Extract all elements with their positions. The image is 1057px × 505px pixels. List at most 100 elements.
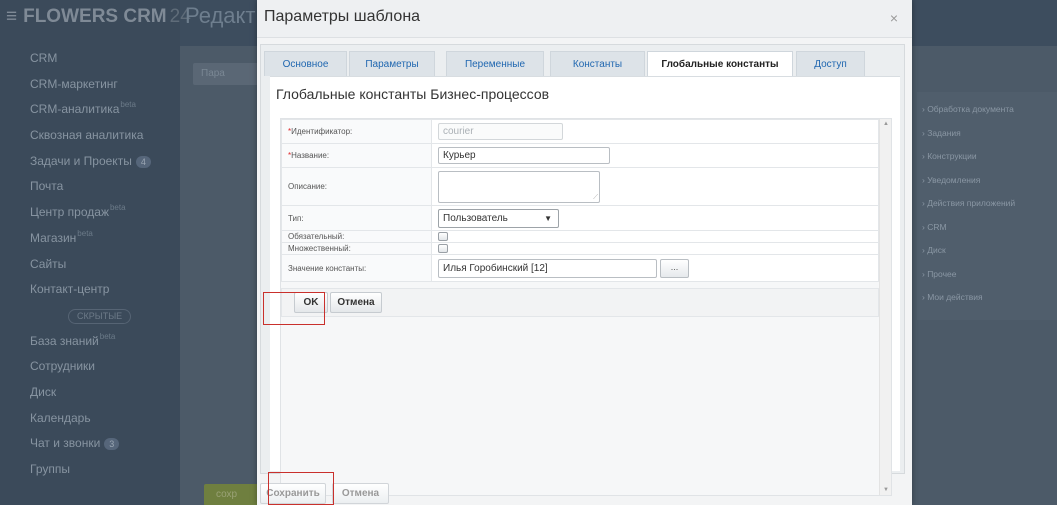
sidebar-item[interactable]: Центр продажbeta bbox=[30, 200, 180, 226]
dialog-title: Параметры шаблона bbox=[264, 8, 421, 25]
sidebar-item-label: Контакт-центр bbox=[30, 282, 110, 297]
scrollbar[interactable]: ▲ ▼ bbox=[879, 119, 891, 495]
sidebar-item[interactable]: Сквозная аналитика bbox=[30, 123, 180, 149]
logo[interactable]: ≡ FLOWERS CRM 24 bbox=[6, 6, 191, 28]
tab-global-constants[interactable]: Глобальные константы bbox=[647, 51, 793, 77]
sidebar-item[interactable]: Магазинbeta bbox=[30, 226, 180, 252]
chevron-down-icon: ▼ bbox=[544, 213, 552, 223]
sidebar-item-label: Почта bbox=[30, 179, 64, 194]
sidebar-item[interactable]: CRM-аналитикаbeta bbox=[30, 97, 180, 123]
tab-constants[interactable]: Константы bbox=[550, 51, 645, 76]
page-title: Редакт bbox=[185, 3, 256, 28]
name-label: *Название: bbox=[281, 143, 432, 168]
sidebar-item-label: Центр продаж bbox=[30, 205, 109, 220]
activity-group[interactable]: › Действия приложений bbox=[922, 192, 1057, 216]
multiple-checkbox[interactable] bbox=[438, 244, 448, 253]
activity-group[interactable]: › Прочее bbox=[922, 263, 1057, 287]
sidebar-item[interactable]: Контакт-центр bbox=[30, 277, 180, 303]
sidebar-item[interactable]: Календарь bbox=[30, 406, 180, 432]
activity-group[interactable]: › Уведомления bbox=[922, 169, 1057, 193]
sidebar-item[interactable]: CRM bbox=[30, 46, 180, 72]
name-cell: Курьер bbox=[431, 143, 879, 168]
sidebar-item-label: База знаний bbox=[30, 333, 99, 348]
logo-text: FLOWERS CRM bbox=[23, 6, 167, 27]
counter-badge: 3 bbox=[104, 438, 120, 451]
tab-variables[interactable]: Переменные bbox=[446, 51, 544, 76]
app-root: ≡ FLOWERS CRM 24 CRM CRM-маркетинг CRM-анали… bbox=[0, 0, 1057, 505]
sidebar-item-label: Сквозная аналитика bbox=[30, 128, 144, 143]
value-input[interactable]: Илья Горобинский [12] bbox=[438, 258, 657, 278]
sidebar-item[interactable]: Сотрудники bbox=[30, 354, 180, 380]
required-cell bbox=[431, 230, 879, 243]
id-label-text: Идентификатор: bbox=[291, 127, 353, 136]
constant-form-table: *Идентификатор: courier *Название: Курье… bbox=[281, 119, 879, 282]
description-textarea[interactable]: ⟋ bbox=[438, 170, 600, 203]
name-label-text: Название: bbox=[291, 151, 330, 160]
activity-group[interactable]: › Обработка документа bbox=[922, 98, 1057, 122]
id-cell: courier bbox=[431, 119, 879, 144]
activity-group[interactable]: › Диск bbox=[922, 239, 1057, 263]
form-row-id: *Идентификатор: courier bbox=[281, 119, 879, 144]
form-row-value: Значение константы: Илья Горобинский [12… bbox=[281, 254, 879, 282]
activity-group[interactable]: › CRM bbox=[922, 216, 1057, 240]
sidebar-item[interactable]: Диск bbox=[30, 380, 180, 406]
required-checkbox[interactable] bbox=[438, 232, 448, 241]
activity-group[interactable]: › Мои действия bbox=[922, 286, 1057, 310]
form-row-description: Описание: ⟋ bbox=[281, 167, 879, 206]
scroll-down-icon[interactable]: ▼ bbox=[883, 487, 889, 493]
name-input[interactable]: Курьер bbox=[438, 147, 610, 164]
sidebar-item-label: CRM-аналитика bbox=[30, 102, 120, 117]
sidebar-item[interactable]: Чат и звонки 3 bbox=[30, 431, 180, 457]
tab-general[interactable]: Основное bbox=[264, 51, 347, 76]
tab-access[interactable]: Доступ bbox=[796, 51, 865, 76]
multiple-cell bbox=[431, 242, 879, 255]
constant-form: *Идентификатор: courier *Название: Курье… bbox=[280, 118, 892, 496]
beta-badge: beta bbox=[109, 203, 126, 213]
close-icon[interactable]: × bbox=[890, 10, 898, 26]
value-label: Значение константы: bbox=[281, 254, 432, 282]
sidebar-item-label: CRM bbox=[30, 51, 58, 65]
sidebar-item[interactable]: CRM-маркетинг bbox=[30, 72, 180, 98]
form-row-type: Тип: Пользователь ▼ bbox=[281, 205, 879, 231]
sidebar-item[interactable]: Группы bbox=[30, 457, 180, 483]
sidebar-item[interactable]: СКРЫТЫЕ bbox=[30, 303, 180, 329]
id-input[interactable]: courier bbox=[438, 123, 563, 140]
required-label: Обязательный: bbox=[281, 230, 432, 243]
form-cancel-button[interactable]: Отмена bbox=[330, 292, 382, 313]
beta-badge: beta bbox=[99, 331, 116, 341]
sidebar-item-label: Чат и звонки bbox=[30, 436, 101, 451]
background-right-top bbox=[912, 0, 1057, 46]
tabs-container: Основное Параметры Переменные Константы … bbox=[260, 44, 905, 496]
sidebar-item[interactable]: Задачи и Проекты 4 bbox=[30, 149, 180, 175]
highlight-ok bbox=[263, 292, 325, 325]
sidebar-item-label: CRM-маркетинг bbox=[30, 76, 118, 91]
sidebar-item[interactable]: База знанийbeta bbox=[30, 329, 180, 355]
sidebar-item-label: Задачи и Проекты bbox=[30, 153, 132, 168]
type-select[interactable]: Пользователь ▼ bbox=[438, 208, 559, 228]
hidden-items-toggle[interactable]: СКРЫТЫЕ bbox=[68, 308, 132, 324]
tab-parameters[interactable]: Параметры bbox=[349, 51, 435, 76]
beta-badge: beta bbox=[77, 228, 93, 238]
sidebar-item-label: Диск bbox=[30, 384, 57, 399]
sidebar-item[interactable]: Сайты bbox=[30, 252, 180, 278]
sidebar-item-label: Магазин bbox=[30, 230, 77, 245]
multiple-label: Множественный: bbox=[281, 242, 432, 255]
cancel-button[interactable]: Отмена bbox=[332, 483, 389, 504]
tab-content: Глобальные константы Бизнес-процессов *И… bbox=[270, 76, 900, 496]
activity-list: › Обработка документа › Задания › Конструк… bbox=[922, 98, 1057, 310]
select-user-button[interactable]: ... bbox=[660, 258, 689, 278]
activity-group[interactable]: › Конструкции bbox=[922, 145, 1057, 169]
sidebar-item-label: Сайты bbox=[30, 256, 67, 271]
background-left-panel bbox=[180, 46, 260, 505]
background-params-button[interactable]: Пара bbox=[193, 63, 263, 85]
template-params-dialog: Параметры шаблона × Основное Параметры П… bbox=[257, 0, 912, 505]
sidebar-item-label: Календарь bbox=[30, 410, 91, 425]
background-save-button[interactable]: сохр bbox=[204, 484, 264, 505]
menu-icon[interactable]: ≡ bbox=[6, 6, 17, 27]
resize-grip-icon[interactable]: ⟋ bbox=[593, 194, 598, 202]
sidebar-nav: CRM CRM-маркетинг CRM-аналитикаbeta Сквозна… bbox=[30, 46, 180, 483]
activity-group[interactable]: › Задания bbox=[922, 122, 1057, 146]
sidebar-item[interactable]: Почта bbox=[30, 174, 180, 200]
scroll-up-icon[interactable]: ▲ bbox=[883, 121, 889, 127]
type-cell: Пользователь ▼ bbox=[431, 205, 879, 231]
